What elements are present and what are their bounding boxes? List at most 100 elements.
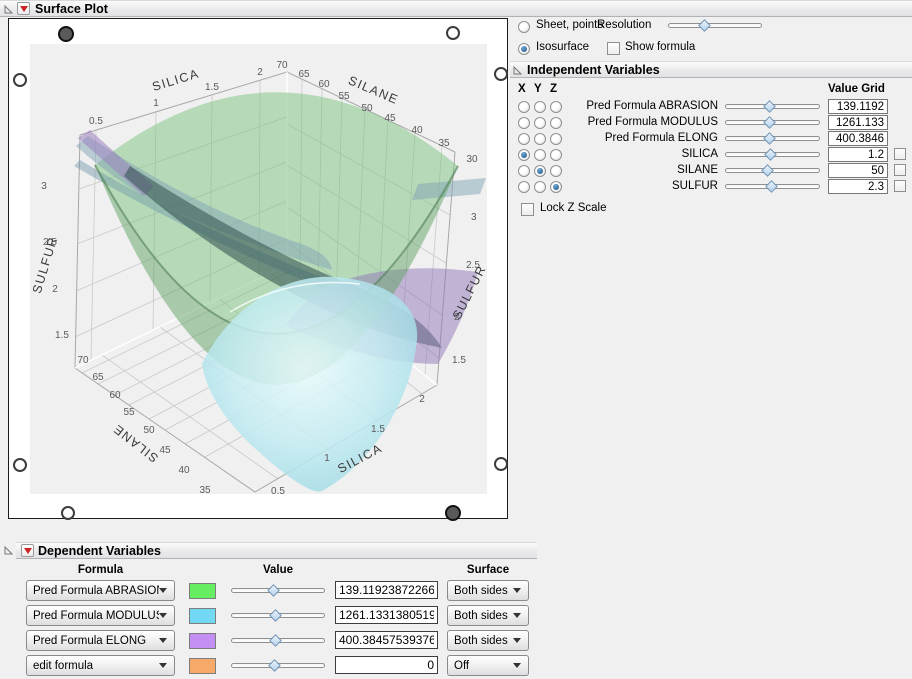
dv-surface-dropdown-abrasion[interactable]: Both sides xyxy=(447,580,529,601)
dependent-variables-menu-button[interactable] xyxy=(21,544,34,557)
iv-row-label: Pred Formula MODULUS xyxy=(587,116,718,128)
iv-silica-value-input[interactable] xyxy=(828,147,888,162)
disclosure-triangle-icon[interactable] xyxy=(4,5,13,14)
iv-elong-slider[interactable] xyxy=(725,132,820,145)
iv-silane-grid-checkbox[interactable] xyxy=(894,164,906,176)
tick-label: 40 xyxy=(178,465,190,476)
dropdown-label: Both sides xyxy=(454,634,508,647)
plot-3d-viewport[interactable]: 0.5 1 1.5 2 70 65 60 55 50 45 40 35 30 3… xyxy=(30,44,487,494)
dv-edit-value-input[interactable] xyxy=(335,656,438,674)
iv-silica-slider[interactable] xyxy=(725,148,820,161)
slider-thumb[interactable] xyxy=(764,180,778,193)
dv-edit-slider[interactable] xyxy=(231,659,325,672)
dv-modulus-slider[interactable] xyxy=(231,609,325,622)
slider-thumb[interactable] xyxy=(762,100,776,113)
axis-label-silane-top: SILANE xyxy=(346,73,401,107)
disclosure-triangle-icon[interactable] xyxy=(4,546,13,555)
chevron-down-icon xyxy=(159,663,167,668)
chevron-down-icon xyxy=(513,588,521,593)
iv-sulfur-value-input[interactable] xyxy=(828,179,888,194)
iv-silica-y-radio[interactable] xyxy=(534,149,546,161)
disclosure-triangle-icon[interactable] xyxy=(513,66,522,75)
dv-surface-dropdown-modulus[interactable]: Both sides xyxy=(447,605,529,626)
iv-modulus-x-radio[interactable] xyxy=(518,117,530,129)
tick-label: 1.5 xyxy=(371,424,385,435)
dv-abrasion-slider[interactable] xyxy=(231,584,325,597)
tick-label: 1 xyxy=(324,453,330,464)
tick-label: 1 xyxy=(153,98,159,109)
slider-thumb[interactable] xyxy=(762,132,776,145)
tick-label: 3 xyxy=(471,212,477,223)
iv-modulus-slider[interactable] xyxy=(725,116,820,129)
iv-abrasion-y-radio[interactable] xyxy=(534,101,546,113)
column-header-surface: Surface xyxy=(466,564,510,576)
surface-plot-menu-button[interactable] xyxy=(17,2,30,15)
chevron-down-icon xyxy=(513,663,521,668)
dv-formula-dropdown-edit[interactable]: edit formula xyxy=(26,655,175,676)
dv-surface-dropdown-elong[interactable]: Both sides xyxy=(447,630,529,651)
iv-silane-x-radio[interactable] xyxy=(518,165,530,177)
tick-label: 2 xyxy=(257,67,263,78)
iv-elong-value-input[interactable] xyxy=(828,131,888,146)
iv-abrasion-x-radio[interactable] xyxy=(518,101,530,113)
slider-thumb[interactable] xyxy=(760,164,774,177)
rotate-handle-left-lower[interactable] xyxy=(13,458,27,472)
slider-thumb[interactable] xyxy=(762,116,776,129)
dv-abrasion-value-input[interactable] xyxy=(335,581,438,599)
dv-formula-dropdown-modulus[interactable]: Pred Formula MODULUS xyxy=(26,605,175,626)
rotate-handle-right-lower[interactable] xyxy=(494,457,508,471)
iv-silane-slider[interactable] xyxy=(725,164,820,177)
resolution-slider-thumb[interactable] xyxy=(697,19,711,32)
iv-modulus-y-radio[interactable] xyxy=(534,117,546,129)
rotate-handle-left-upper[interactable] xyxy=(13,73,27,87)
iv-silica-grid-checkbox[interactable] xyxy=(894,148,906,160)
isosurface-label: Isosurface xyxy=(536,41,590,53)
dv-modulus-value-input[interactable] xyxy=(335,606,438,624)
resolution-slider-track[interactable] xyxy=(668,23,762,28)
show-formula-checkbox[interactable] xyxy=(607,42,620,55)
rotate-handle-top-left-active[interactable] xyxy=(58,26,74,42)
dropdown-label: Pred Formula ELONG xyxy=(33,634,147,647)
iv-silica-x-radio[interactable] xyxy=(518,149,530,161)
rotate-handle-top-right[interactable] xyxy=(446,26,460,40)
dv-elong-value-input[interactable] xyxy=(335,631,438,649)
slider-thumb[interactable] xyxy=(269,609,282,622)
dv-color-swatch-elong[interactable] xyxy=(189,633,216,649)
iv-sulfur-y-radio[interactable] xyxy=(534,181,546,193)
sheet-points-label: Sheet, points xyxy=(536,19,604,31)
iv-modulus-value-input[interactable] xyxy=(828,115,888,130)
rotate-handle-bottom-right-active[interactable] xyxy=(445,505,461,521)
chevron-down-icon xyxy=(159,613,167,618)
lock-z-scale-checkbox[interactable] xyxy=(521,203,534,216)
isosurface-radio[interactable] xyxy=(518,43,530,55)
dv-elong-slider[interactable] xyxy=(231,634,325,647)
slider-thumb[interactable] xyxy=(763,148,777,161)
iv-sulfur-slider[interactable] xyxy=(725,180,820,193)
iv-abrasion-value-input[interactable] xyxy=(828,99,888,114)
resolution-slider[interactable] xyxy=(668,19,762,32)
iv-elong-y-radio[interactable] xyxy=(534,133,546,145)
iv-elong-x-radio[interactable] xyxy=(518,133,530,145)
red-triangle-icon xyxy=(23,547,32,554)
iv-abrasion-slider[interactable] xyxy=(725,100,820,113)
dv-color-swatch-modulus[interactable] xyxy=(189,608,216,624)
iv-silane-y-radio[interactable] xyxy=(534,165,546,177)
iv-sulfur-x-radio[interactable] xyxy=(518,181,530,193)
iv-sulfur-grid-checkbox[interactable] xyxy=(894,180,906,192)
iv-silane-value-input[interactable] xyxy=(828,163,888,178)
tick-label: 1.5 xyxy=(55,330,69,341)
slider-thumb[interactable] xyxy=(268,659,282,672)
slider-thumb[interactable] xyxy=(267,584,281,597)
dv-color-swatch-edit[interactable] xyxy=(189,658,216,674)
tick-label: 40 xyxy=(411,125,423,136)
sheet-points-radio[interactable] xyxy=(518,21,530,33)
rotate-handle-right-upper[interactable] xyxy=(494,67,508,81)
dropdown-label: edit formula xyxy=(33,659,94,672)
dv-surface-dropdown-edit[interactable]: Off xyxy=(447,655,529,676)
rotate-handle-bottom-left[interactable] xyxy=(61,506,75,520)
tick-label: 30 xyxy=(466,154,478,165)
slider-thumb[interactable] xyxy=(269,634,282,647)
dv-formula-dropdown-abrasion[interactable]: Pred Formula ABRASION xyxy=(26,580,175,601)
dv-color-swatch-abrasion[interactable] xyxy=(189,583,216,599)
dv-formula-dropdown-elong[interactable]: Pred Formula ELONG xyxy=(26,630,175,651)
